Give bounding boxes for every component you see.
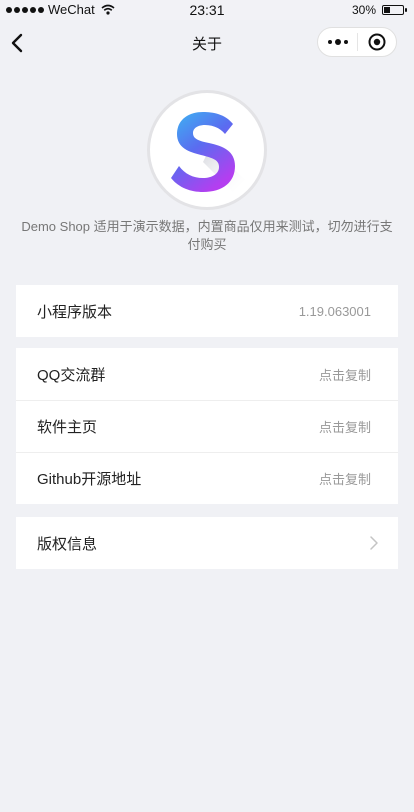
close-button[interactable] (358, 28, 396, 56)
capsule-menu (317, 27, 397, 57)
links-card: QQ交流群 点击复制 软件主页 点击复制 Github开源地址 点击复制 (16, 348, 398, 504)
battery-icon (382, 5, 407, 15)
status-right: 30% (351, 3, 407, 17)
copy-action[interactable]: 点击复制 (319, 417, 371, 436)
more-dots-icon (327, 40, 332, 44)
qq-group-label: QQ交流群 (37, 366, 106, 384)
more-button[interactable] (318, 28, 357, 56)
version-row: 小程序版本 1.19.063001 (16, 285, 398, 337)
chevron-right-icon (370, 536, 378, 550)
copyright-label: 版权信息 (37, 535, 98, 553)
target-circle-icon (368, 33, 386, 51)
version-card: 小程序版本 1.19.063001 (16, 285, 398, 337)
status-bar: WeChat 23:31 30% (0, 0, 414, 20)
github-row[interactable]: Github开源地址 点击复制 (16, 452, 398, 504)
version-value: 1.19.063001 (298, 303, 371, 319)
homepage-label: 软件主页 (37, 419, 98, 436)
copy-action[interactable]: 点击复制 (319, 365, 371, 384)
copyright-card: 版权信息 (16, 517, 398, 569)
github-label: Github开源地址 (37, 471, 142, 488)
copyright-row[interactable]: 版权信息 (16, 517, 398, 569)
logo-s-icon (171, 112, 245, 192)
nav-bar: 关于 (0, 20, 414, 66)
homepage-row[interactable]: 软件主页 点击复制 (16, 400, 398, 452)
version-label: 小程序版本 (37, 303, 113, 321)
qq-group-row[interactable]: QQ交流群 点击复制 (16, 348, 398, 400)
app-logo (150, 93, 264, 207)
app-description: Demo Shop 适用于演示数据，内置商品仅用来测试，切勿进行支付购买 (21, 219, 393, 252)
battery-percent: 30% (351, 3, 376, 17)
copy-action[interactable]: 点击复制 (319, 469, 371, 488)
